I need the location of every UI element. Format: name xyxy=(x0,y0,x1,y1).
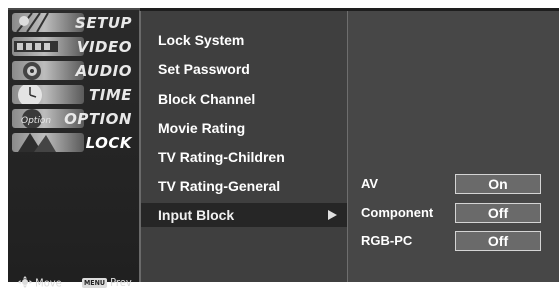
arrow-right-icon xyxy=(328,210,337,220)
menu-item-label: LOCK xyxy=(85,133,132,152)
menu-item-label: SETUP xyxy=(75,13,132,32)
submenu-item-label: Set Password xyxy=(158,61,250,77)
menu-item-option[interactable]: Option OPTION xyxy=(8,108,139,129)
submenu-item-movie-rating[interactable]: Movie Rating xyxy=(141,116,347,140)
submenu-item-label: Input Block xyxy=(158,207,235,223)
menu-item-label: OPTION xyxy=(64,109,132,128)
submenu-item-lock-system[interactable]: Lock System xyxy=(141,28,347,52)
time-icon xyxy=(12,85,84,104)
setup-icon xyxy=(12,13,84,32)
input-block-row-rgb-pc[interactable]: RGB-PC Off xyxy=(348,231,559,251)
option-thumb-text: Option xyxy=(21,116,51,126)
submenu-item-label: TV Rating-General xyxy=(158,178,281,194)
submenu-item-tv-rating-general[interactable]: TV Rating-General xyxy=(141,174,347,198)
hint-move-label: Move xyxy=(35,276,62,290)
submenu-item-tv-rating-children[interactable]: TV Rating-Children xyxy=(141,145,347,169)
submenu-item-label: Block Channel xyxy=(158,91,256,107)
menu-item-label: TIME xyxy=(89,85,132,104)
row-value[interactable]: Off xyxy=(455,203,541,223)
hint-prev-label: Prev xyxy=(110,276,132,289)
hint-prev: MENU Prev xyxy=(82,276,132,289)
submenu-item-set-password[interactable]: Set Password xyxy=(141,57,347,81)
hint-move: Move xyxy=(18,276,62,291)
input-block-row-av[interactable]: AV On xyxy=(348,174,559,194)
menu-item-audio[interactable]: AUDIO xyxy=(8,60,139,81)
lock-submenu: Lock System Set Password Block Channel M… xyxy=(139,11,347,282)
menu-item-lock[interactable]: LOCK xyxy=(8,132,139,153)
menu-item-video[interactable]: VIDEO xyxy=(8,36,139,57)
input-block-row-component[interactable]: Component Off xyxy=(348,203,559,223)
submenu-item-label: Movie Rating xyxy=(158,120,246,136)
submenu-item-block-channel[interactable]: Block Channel xyxy=(141,87,347,111)
row-label: Component xyxy=(361,205,434,220)
row-value[interactable]: Off xyxy=(455,231,541,251)
row-value[interactable]: On xyxy=(455,174,541,194)
input-block-panel: AV On Component Off RGB-PC Off xyxy=(347,11,559,282)
video-icon xyxy=(12,37,84,56)
menu-item-setup[interactable]: SETUP xyxy=(8,12,139,33)
main-menu: SETUP VIDEO AUDIO TIME Option OPTION LOC… xyxy=(8,10,139,290)
menu-item-label: VIDEO xyxy=(76,37,132,56)
row-label: RGB-PC xyxy=(361,233,413,248)
dpad-icon xyxy=(18,276,32,291)
menu-item-time[interactable]: TIME xyxy=(8,84,139,105)
lock-icon xyxy=(12,133,84,152)
submenu-item-input-block[interactable]: Input Block xyxy=(141,203,347,227)
menu-key-icon: MENU xyxy=(82,278,107,288)
row-label: AV xyxy=(361,176,379,191)
audio-icon xyxy=(12,61,84,80)
submenu-item-label: Lock System xyxy=(158,32,245,48)
submenu-item-label: TV Rating-Children xyxy=(158,149,285,165)
menu-item-label: AUDIO xyxy=(75,61,132,80)
